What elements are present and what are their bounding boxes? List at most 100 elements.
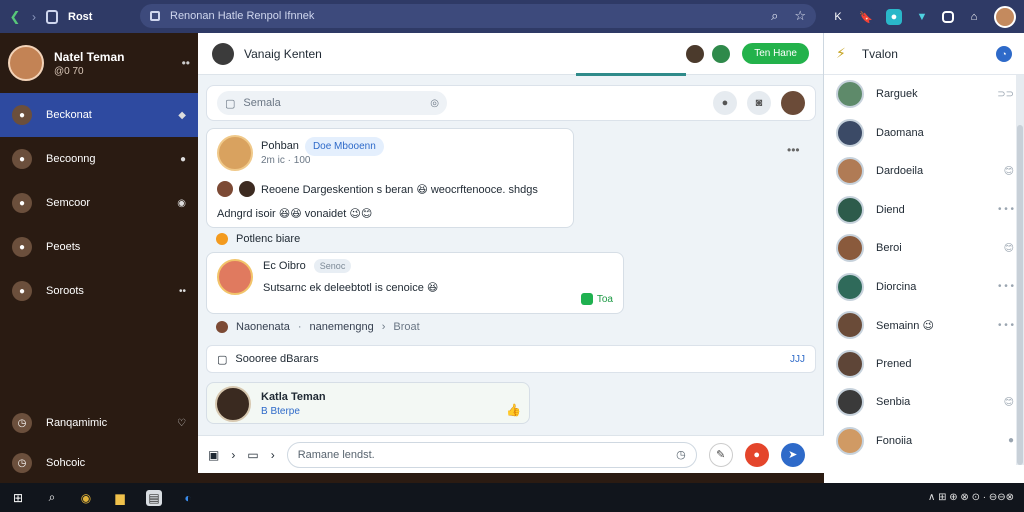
globe-icon: ◷: [12, 413, 32, 433]
post-text: Sutsarnc ek deleebtotl is cenoice 😆: [263, 282, 439, 294]
contact-item[interactable]: Senbia 😊: [824, 383, 1024, 422]
clock-icon[interactable]: ◷: [676, 448, 686, 461]
member-avatar[interactable]: [710, 42, 733, 65]
forward-arrow-icon[interactable]: ›: [32, 10, 36, 24]
sidebar-item-label: Sohcoic: [46, 457, 86, 469]
gift-icon[interactable]: ⌂: [966, 9, 982, 25]
scrollbar[interactable]: [1016, 75, 1024, 465]
contact-item[interactable]: Prened: [824, 345, 1024, 384]
sidebar-item[interactable]: ● Becoonng ●: [0, 137, 198, 181]
avatar: [217, 259, 253, 295]
sidebar-item-trail: ••: [178, 285, 186, 297]
summary-right[interactable]: JJJ: [790, 354, 805, 365]
reaction-row[interactable]: Potlenc biare: [216, 233, 300, 245]
contact-meta: • • •: [997, 281, 1014, 293]
chrome-icon[interactable]: ◉: [78, 490, 94, 506]
sidebar-footer-item[interactable]: ◷ Sohcoic: [0, 443, 198, 483]
search-input[interactable]: ▢ Semala ◎: [217, 91, 447, 115]
contact-meta: 😊: [1003, 165, 1014, 177]
like-icon[interactable]: 👍: [506, 403, 521, 417]
star-icon[interactable]: ☆: [794, 8, 806, 24]
contact-item[interactable]: Daomana: [824, 114, 1024, 153]
sidebar-item[interactable]: ● Beckonat ◆: [0, 93, 198, 137]
search-icon[interactable]: ◔: [996, 45, 1012, 62]
more-icon[interactable]: ••: [182, 56, 190, 70]
app-icon[interactable]: ▤: [146, 489, 162, 506]
address-bar[interactable]: Renonan Hatle Renpol Ifnnek ⌕ ☆: [140, 4, 816, 28]
avatar: [8, 45, 44, 81]
home-icon: ●: [12, 105, 32, 125]
header-action-button[interactable]: Ten Hane: [742, 43, 809, 64]
comment-icon[interactable]: ▭: [247, 448, 258, 462]
avatar: [836, 349, 864, 378]
tab-title[interactable]: Rost: [68, 11, 92, 23]
user-avatar[interactable]: [994, 6, 1016, 28]
extension-icon[interactable]: K: [830, 9, 846, 25]
search-icon[interactable]: ⌕: [771, 8, 778, 24]
avatar[interactable]: [781, 91, 805, 115]
sidebar-item-label: Becoonng: [46, 153, 96, 165]
window-icon[interactable]: [942, 11, 954, 23]
attach-icon[interactable]: ▣: [208, 448, 219, 462]
post-text: Reoene Dargeskention s beran 😆 weocrften…: [261, 183, 538, 196]
contact-name: Daomana: [876, 126, 924, 139]
search-icon[interactable]: ⌕: [44, 490, 60, 506]
breadcrumb-item[interactable]: nanemengng: [310, 321, 374, 333]
more-icon[interactable]: •••: [787, 143, 800, 157]
contact-item[interactable]: Dardoeila 😊: [824, 152, 1024, 191]
breadcrumb-item[interactable]: Naonenata: [236, 321, 290, 333]
sidebar-item[interactable]: ● Soroots ••: [0, 269, 198, 313]
contact-item[interactable]: Diorcina • • •: [824, 268, 1024, 307]
post-author: Ec Oibro: [263, 260, 306, 272]
chevron-right-icon[interactable]: ›: [231, 448, 235, 462]
reply-card[interactable]: Katla Teman B Bterpe 👍: [206, 382, 530, 424]
member-avatar[interactable]: [684, 42, 707, 65]
contacts-title: Tvalon: [861, 46, 898, 61]
mic-icon[interactable]: ✎: [708, 442, 733, 467]
bag-icon[interactable]: ◙: [747, 91, 771, 115]
profile[interactable]: Natel Teman @0 70 ••: [0, 33, 198, 93]
post-line: Reoene Dargeskention s beran 😆 weocrften…: [207, 177, 573, 201]
messenger-icon[interactable]: ◐: [180, 490, 196, 506]
post-card[interactable]: Ec Oibro Senoc Sutsarnc ek deleebtotl is …: [206, 252, 624, 314]
search-icon[interactable]: ◎: [430, 98, 439, 109]
summary-bar[interactable]: ▢ Soooree dBarars JJJ: [206, 345, 816, 373]
contact-name: Dardoeila: [876, 165, 924, 178]
status-badge[interactable]: Toa: [580, 293, 613, 305]
avatar: [212, 42, 234, 65]
sidebar-item[interactable]: ● Peoets: [0, 225, 198, 269]
contact-item[interactable]: Beroi 😊: [824, 229, 1024, 268]
contact-item[interactable]: Rarguek ⊃⊃: [824, 75, 1024, 114]
user-icon[interactable]: ●: [713, 91, 737, 115]
windows-start-icon[interactable]: ⊞: [10, 490, 26, 506]
badge-label: Toa: [596, 293, 613, 305]
contact-name: Diorcina: [876, 280, 917, 293]
message-input[interactable]: Ramane lendst. ◷: [286, 441, 697, 468]
sidebar-item[interactable]: ● Semcoor ◉: [0, 181, 198, 225]
contact-item[interactable]: Diend • • •: [824, 191, 1024, 230]
avatar: [239, 181, 255, 197]
post-chip[interactable]: Doe Mbooenn: [304, 137, 384, 156]
contact-name: Senbia: [876, 396, 911, 409]
user-icon: ●: [12, 193, 32, 213]
chevron-right-icon[interactable]: ›: [271, 448, 275, 462]
chat-icon[interactable]: ●: [886, 9, 902, 25]
contact-item[interactable]: Semainn 😉 • • •: [824, 306, 1024, 345]
sidebar-footer-item[interactable]: ◷ Ranqamimic ♡: [0, 403, 198, 443]
filter-icon[interactable]: ▼: [914, 9, 930, 25]
search-bar: ▢ Semala ◎ ● ◙: [206, 85, 816, 121]
building-icon: ●: [12, 237, 32, 257]
record-button[interactable]: ●: [744, 442, 769, 467]
reaction-text: Potlenc biare: [236, 233, 301, 245]
contact-item[interactable]: Fonoiia ●: [824, 422, 1024, 461]
breadcrumb-item[interactable]: Broat: [393, 321, 419, 333]
send-button[interactable]: ➤: [780, 442, 805, 467]
scrollbar-thumb[interactable]: [1017, 125, 1023, 465]
post-card[interactable]: Pohban Doe Mbooenn 2m ic · 100 Reoene Dar…: [206, 128, 574, 228]
folder-icon[interactable]: ▆: [112, 490, 128, 506]
back-arrow-icon[interactable]: ❮: [8, 9, 22, 24]
bookmark-icon[interactable]: 🔖: [858, 9, 874, 25]
sidebar-item-label: Semcoor: [46, 197, 91, 209]
address-text[interactable]: Renonan Hatle Renpol Ifnnek: [170, 10, 314, 22]
system-tray[interactable]: ∧ ⊞ ⊕ ⊗ ⊙ · ⊖⊖⊗: [928, 492, 1014, 503]
